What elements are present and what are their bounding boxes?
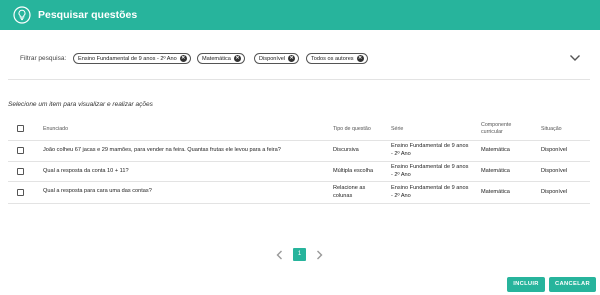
questions-table: Enunciado Tipo de questão Série Componen… <box>8 118 590 204</box>
cell-serie: Ensino Fundamental de 9 anos - 2º Ano <box>391 164 469 178</box>
row-checkbox[interactable] <box>17 168 24 175</box>
table-row[interactable]: Qual a resposta para cara uma das contas… <box>8 182 590 204</box>
filter-chip-situacao[interactable]: Disponível ✕ <box>254 53 300 64</box>
cell-tipo: Relacione as colunas <box>333 185 366 199</box>
filter-chip-label: Todos os autores <box>311 55 354 62</box>
filter-chip-label: Ensino Fundamental de 9 anos - 2º Ano <box>78 55 177 62</box>
page-button-current[interactable]: 1 <box>293 248 306 261</box>
instruction-text: Selecione um item para visualizar e real… <box>8 101 153 108</box>
column-header-tipo: Tipo de questão <box>333 126 371 132</box>
row-checkbox[interactable] <box>17 147 24 154</box>
cell-componente: Matemática <box>481 168 510 174</box>
filter-chip-label: Matemática <box>202 55 231 62</box>
cell-tipo: Múltipla escolha <box>333 168 374 174</box>
column-header-enunciado: Enunciado <box>43 126 69 132</box>
filter-chip-autor[interactable]: Todos os autores ✕ <box>306 53 368 64</box>
cell-situacao: Disponível <box>541 168 568 174</box>
select-all-checkbox[interactable] <box>17 125 24 132</box>
chevron-right-icon[interactable] <box>312 248 326 262</box>
close-icon[interactable]: ✕ <box>356 55 364 62</box>
close-icon[interactable]: ✕ <box>179 55 187 62</box>
divider <box>8 79 590 80</box>
row-checkbox[interactable] <box>17 189 24 196</box>
filter-chip-componente[interactable]: Matemática ✕ <box>197 53 245 64</box>
cell-serie: Ensino Fundamental de 9 anos - 2º Ano <box>391 143 469 157</box>
lightbulb-icon <box>13 6 31 24</box>
table-row[interactable]: Qual a resposta da conta 10 + 11? Múltip… <box>8 162 590 182</box>
filter-chip-serie[interactable]: Ensino Fundamental de 9 anos - 2º Ano ✕ <box>73 53 191 64</box>
cell-enunciado: Qual a resposta para cara uma das contas… <box>43 188 152 194</box>
column-header-serie: Série <box>391 126 404 132</box>
cell-situacao: Disponível <box>541 147 568 153</box>
page-title: Pesquisar questões <box>38 9 138 21</box>
table-header: Enunciado Tipo de questão Série Componen… <box>8 118 590 141</box>
cell-serie: Ensino Fundamental de 9 anos - 2º Ano <box>391 185 469 199</box>
cell-tipo: Discursiva <box>333 147 359 153</box>
cell-enunciado: Qual a resposta da conta 10 + 11? <box>43 168 129 174</box>
cell-componente: Matemática <box>481 147 510 153</box>
close-icon[interactable]: ✕ <box>233 55 241 62</box>
cell-situacao: Disponível <box>541 189 568 195</box>
filter-chip-label: Disponível <box>259 55 286 62</box>
close-icon[interactable]: ✕ <box>288 55 296 62</box>
filter-label: Filtrar pesquisa: <box>20 55 67 62</box>
chevron-down-icon[interactable] <box>569 53 581 63</box>
column-header-situacao: Situação <box>541 126 562 132</box>
header-bar: Pesquisar questões <box>0 0 600 30</box>
column-header-componente: Componente curricular <box>481 122 512 135</box>
incluir-button[interactable]: INCLUIR <box>507 277 545 292</box>
chevron-left-icon[interactable] <box>273 248 287 262</box>
cancelar-button[interactable]: CANCELAR <box>549 277 596 292</box>
table-row[interactable]: João colheu 67 jacas e 29 mamões, para v… <box>8 141 590 162</box>
cell-componente: Matemática <box>481 189 510 195</box>
cell-enunciado: João colheu 67 jacas e 29 mamões, para v… <box>43 147 281 153</box>
